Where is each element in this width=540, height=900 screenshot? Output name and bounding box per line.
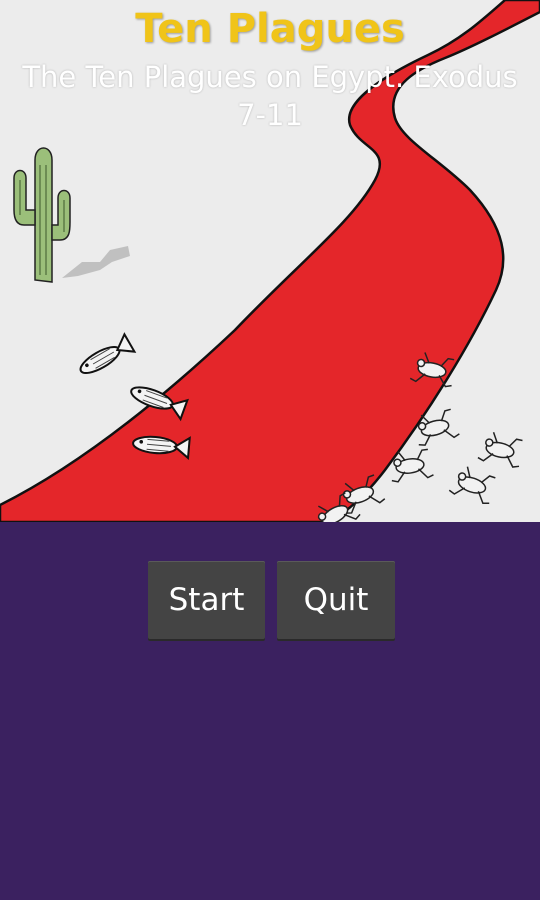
fish-icon (79, 332, 137, 374)
cactus-icon (13, 147, 71, 283)
title-illustration: Ten Plagues The Ten Plagues on Egypt. Ex… (0, 0, 540, 522)
game-title: Ten Plagues (135, 6, 405, 52)
cactus-shadow (62, 246, 130, 278)
start-button[interactable]: Start (148, 561, 265, 639)
game-subtitle: The Ten Plagues on Egypt. Exodus 7-11 (22, 60, 518, 132)
menu-panel: Start Quit (0, 522, 540, 900)
frog-icon (476, 429, 526, 470)
frog-icon (447, 462, 499, 506)
quit-button[interactable]: Quit (277, 561, 395, 639)
